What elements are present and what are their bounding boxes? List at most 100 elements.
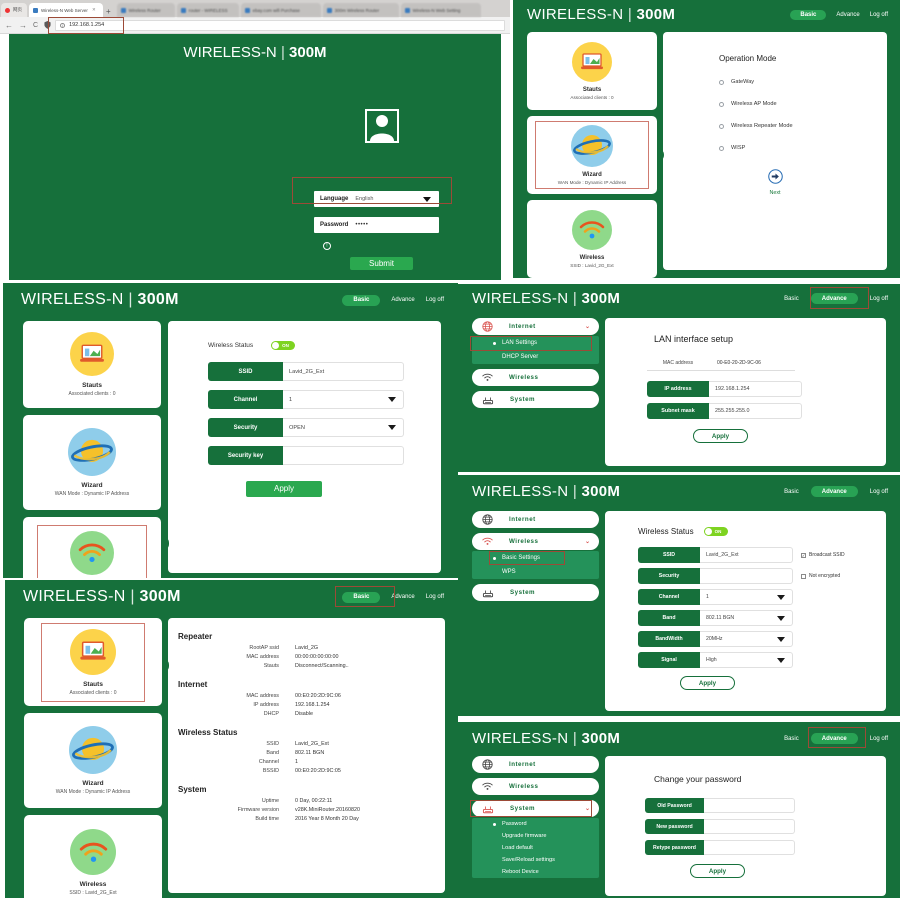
field-value[interactable]: High bbox=[700, 652, 793, 668]
sidecard-status[interactable]: Stauts Associated clients : 0 bbox=[24, 618, 162, 706]
field-value[interactable] bbox=[700, 568, 793, 584]
nav-logoff[interactable]: Log off bbox=[870, 12, 888, 18]
field-signal[interactable]: Signal High bbox=[638, 652, 793, 668]
nav-logoff[interactable]: Log off bbox=[426, 297, 444, 303]
field-bandwidth[interactable]: BandWidth 20MHz bbox=[638, 631, 793, 647]
sidecard-status[interactable]: Stauts Associated clients : 0 bbox=[23, 321, 161, 408]
sidecard-wireless[interactable]: Wireless bbox=[23, 517, 161, 578]
field-subnet-mask[interactable]: Subnet mask 255.255.255.0 bbox=[647, 403, 802, 419]
apply-button[interactable]: Apply bbox=[693, 429, 748, 443]
sidecard-wireless[interactable]: Wireless SSID : Lavid_2G_Ext bbox=[527, 200, 657, 278]
radio-option-wisp[interactable]: WISP bbox=[719, 145, 887, 151]
chevron-down-icon[interactable]: ⌄ bbox=[585, 805, 590, 812]
browser-tab[interactable]: router - WIRELESS bbox=[177, 3, 239, 17]
nav-basic[interactable]: Basic bbox=[342, 592, 380, 603]
field-value[interactable] bbox=[283, 446, 404, 465]
submit-button[interactable]: Submit bbox=[350, 257, 413, 270]
sidebar-subitem-reboot-device[interactable]: Reboot Device bbox=[472, 866, 599, 878]
wireless-status-toggle[interactable]: ON bbox=[271, 341, 295, 350]
radio-option-repeater-mode[interactable]: Wireless Repeater Mode bbox=[719, 123, 887, 129]
chevron-down-icon[interactable]: ⌄ bbox=[585, 538, 590, 545]
nav-logoff[interactable]: Log off bbox=[870, 296, 888, 302]
field-value[interactable]: Lavid_2G_Ext bbox=[283, 362, 404, 381]
sidecard-wizard[interactable]: Wizard WAN Mode : Dynamic IP Address bbox=[527, 116, 657, 194]
browser-tab[interactable]: Wireless-N Web Setting bbox=[401, 3, 481, 17]
sidebar-item-wireless[interactable]: Wireless bbox=[472, 369, 599, 386]
info-circle-icon[interactable]: i bbox=[60, 23, 65, 28]
field-security-key[interactable]: Security key bbox=[208, 446, 404, 465]
back-button[interactable]: ← bbox=[5, 21, 13, 30]
sidebar-item-system[interactable]: System ⌄ bbox=[472, 800, 599, 817]
field-ssid[interactable]: SSID Lavid_2G_Ext bbox=[638, 547, 793, 563]
nav-advance[interactable]: Advance bbox=[391, 297, 414, 303]
radio-icon[interactable] bbox=[719, 146, 724, 151]
field-new-password[interactable]: New password bbox=[645, 819, 795, 834]
field-value[interactable]: 20MHz bbox=[700, 631, 793, 647]
wireless-status-toggle[interactable]: ON bbox=[704, 527, 728, 536]
nav-advance[interactable]: Advance bbox=[811, 733, 858, 744]
nav-logoff[interactable]: Log off bbox=[870, 736, 888, 742]
field-value[interactable] bbox=[704, 819, 795, 834]
radio-icon[interactable] bbox=[719, 102, 724, 107]
field-channel[interactable]: Channel 1 bbox=[208, 390, 404, 409]
sidebar-item-system[interactable]: System bbox=[472, 584, 599, 601]
close-icon[interactable]: ✕ bbox=[92, 7, 96, 13]
browser-tab[interactable]: ebay.com wifi Purchase bbox=[241, 3, 321, 17]
radio-icon[interactable] bbox=[719, 80, 724, 85]
sidebar-subitem-save-reload-settings[interactable]: Save/Reload settings bbox=[472, 854, 599, 866]
sidecard-wizard[interactable]: Wizard WAN Mode : Dynamic IP Address bbox=[23, 415, 161, 510]
sidebar-item-internet[interactable]: Internet bbox=[472, 756, 599, 773]
checkbox-not-encrypted[interactable] bbox=[801, 574, 806, 579]
shield-icon[interactable] bbox=[44, 21, 51, 29]
sidecard-wireless[interactable]: Wireless SSID : Lavid_2G_Ext bbox=[24, 815, 162, 898]
nav-advance[interactable]: Advance bbox=[391, 594, 414, 600]
sidebar-subitem-lan-settings[interactable]: LAN Settings bbox=[472, 336, 599, 350]
reload-button[interactable]: C bbox=[33, 22, 38, 29]
sidebar-item-system[interactable]: System bbox=[472, 391, 599, 408]
nav-basic[interactable]: Basic bbox=[790, 10, 826, 20]
radio-option-ap-mode[interactable]: Wireless AP Mode bbox=[719, 101, 887, 107]
sidebar-item-wireless[interactable]: Wireless bbox=[472, 778, 599, 795]
sidebar-subitem-wps[interactable]: WPS bbox=[472, 565, 599, 579]
field-security[interactable]: Security OPEN bbox=[208, 418, 404, 437]
field-retype-password[interactable]: Retype password bbox=[645, 840, 795, 855]
browser-tab[interactable]: 300m Wireless Router bbox=[323, 3, 399, 17]
field-band[interactable]: Band 802.11 BGN bbox=[638, 610, 793, 626]
sidebar-subitem-basic-settings[interactable]: Basic Settings bbox=[472, 551, 599, 565]
sidebar-item-internet[interactable]: Internet bbox=[472, 511, 599, 528]
radio-option-gateway[interactable]: GateWay bbox=[719, 79, 887, 85]
chevron-down-icon[interactable]: ⌄ bbox=[585, 323, 590, 330]
field-old-password[interactable]: Old Password bbox=[645, 798, 795, 813]
apply-button[interactable]: Apply bbox=[690, 864, 745, 878]
browser-tab[interactable]: Wireless Router bbox=[117, 3, 175, 17]
field-value[interactable]: 1 bbox=[700, 589, 793, 605]
new-tab-button[interactable]: + bbox=[106, 7, 111, 16]
apply-button[interactable]: Apply bbox=[680, 676, 735, 690]
sidebar-item-wireless[interactable]: Wireless ⌄ bbox=[472, 533, 599, 550]
sidebar-item-internet[interactable]: Internet ⌄ bbox=[472, 318, 599, 335]
field-security[interactable]: Security bbox=[638, 568, 793, 584]
nav-logoff[interactable]: Log off bbox=[870, 489, 888, 495]
sidebar-subitem-upgrade-firmware[interactable]: Upgrade firmware bbox=[472, 830, 599, 842]
browser-tab-active[interactable]: Wireless-N Web Server ✕ bbox=[29, 3, 103, 17]
nav-basic[interactable]: Basic bbox=[784, 296, 799, 302]
next-button[interactable]: Next bbox=[663, 169, 887, 196]
nav-advance[interactable]: Advance bbox=[836, 12, 859, 18]
browser-tab[interactable]: 网页 bbox=[1, 3, 27, 17]
nav-advance[interactable]: Advance bbox=[811, 293, 858, 304]
nav-basic[interactable]: Basic bbox=[342, 295, 380, 306]
field-value[interactable] bbox=[704, 840, 795, 855]
checkbox-broadcast-ssid[interactable]: ✓ bbox=[801, 553, 806, 558]
sidebar-subitem-load-default[interactable]: Load default bbox=[472, 842, 599, 854]
nav-basic[interactable]: Basic bbox=[784, 736, 799, 742]
password-input[interactable]: Password ••••• bbox=[314, 217, 439, 233]
sidebar-subitem-dhcp-server[interactable]: DHCP Server bbox=[472, 350, 599, 364]
field-channel[interactable]: Channel 1 bbox=[638, 589, 793, 605]
field-value[interactable]: 802.11 BGN bbox=[700, 610, 793, 626]
radio-icon[interactable] bbox=[719, 124, 724, 129]
field-ip-address[interactable]: IP address 192.168.1.254 bbox=[647, 381, 802, 397]
sidecard-status[interactable]: Stauts Associated clients : 0 bbox=[527, 32, 657, 110]
apply-button[interactable]: Apply bbox=[246, 481, 322, 497]
language-select[interactable]: Language English bbox=[314, 191, 439, 207]
forward-button[interactable]: → bbox=[19, 21, 27, 30]
